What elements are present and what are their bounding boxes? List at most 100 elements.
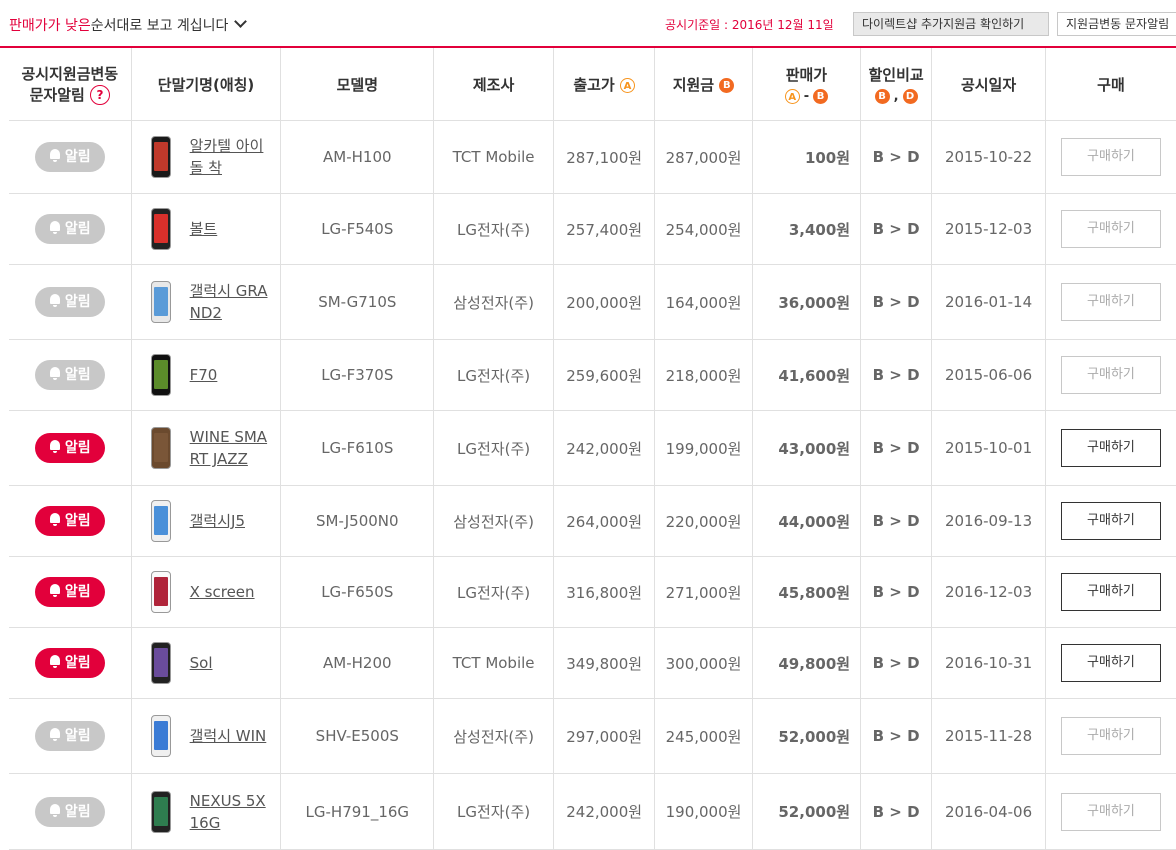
discount-compare-cell: B > D	[860, 339, 933, 411]
buy-button[interactable]: 구매하기	[1060, 644, 1161, 682]
sms-alarm-button[interactable]: 알림	[34, 577, 105, 607]
buy-button[interactable]: 구매하기	[1060, 502, 1161, 540]
pub-date-cell: 2015-12-03	[931, 193, 1046, 265]
device-name-link[interactable]: NEXUS 5X 16G	[190, 790, 268, 834]
device-name-link[interactable]: 볼트	[190, 218, 268, 240]
device-name-link[interactable]: 알카텔 아이돌 착	[190, 135, 268, 179]
table-row: 알림 갤럭시 WIN SHV-E500S 삼성전자(주) 297,000원 245,000…	[9, 698, 1176, 774]
sms-alarm-button[interactable]: 알림	[34, 142, 105, 172]
phone-thumbnail[interactable]	[150, 790, 171, 833]
sms-alarm-button[interactable]: 알림	[34, 360, 105, 390]
support-cell: 220,000원	[654, 485, 753, 557]
discount-compare-cell: B > D	[860, 193, 933, 265]
maker-cell: LG전자(주)	[433, 339, 554, 411]
sms-alarm-button[interactable]: 알림	[34, 287, 105, 317]
support-cell: 190,000원	[654, 773, 753, 850]
sms-alert-button[interactable]: 지원금변동 문자알림	[1057, 12, 1176, 36]
buy-cell: 구매하기	[1045, 485, 1176, 557]
model-cell: AM-H100	[280, 120, 435, 194]
model-cell: LG-F650S	[280, 556, 435, 628]
pub-date-cell: 2016-09-13	[931, 485, 1046, 557]
sale-price-cell: 3,400원	[752, 193, 862, 265]
buy-cell: 구매하기	[1045, 339, 1176, 411]
header-buy: 구매	[1045, 48, 1176, 121]
pub-date-cell: 2015-11-28	[931, 698, 1046, 774]
device-cell: 갤럭시 GRAND2	[131, 264, 282, 340]
phone-thumbnail[interactable]	[150, 354, 171, 396]
support-cell: 199,000원	[654, 410, 753, 486]
sms-alarm-button[interactable]: 알림	[34, 721, 105, 751]
factory-price-cell: 259,600원	[553, 339, 656, 411]
header-maker: 제조사	[433, 48, 554, 121]
buy-cell: 구매하기	[1045, 556, 1176, 628]
phone-thumbnail[interactable]	[150, 715, 171, 757]
chevron-down-icon	[234, 15, 248, 28]
pub-date-cell: 2016-01-14	[931, 264, 1046, 340]
bell-icon	[49, 655, 61, 668]
buy-button[interactable]: 구매하기	[1060, 717, 1161, 755]
header-alarm: 공시지원금변동 문자알림 ?	[9, 48, 132, 121]
device-name-link[interactable]: WINE SMART JAZZ	[190, 426, 268, 470]
top-bar: 판매가가 낮은순서대로 보고 계십니다 공시기준일 : 2016년 12월 11…	[0, 0, 1176, 46]
sort-order-dropdown[interactable]: 판매가가 낮은순서대로 보고 계십니다	[9, 15, 248, 35]
device-name-link[interactable]: F70	[190, 364, 268, 386]
buy-button[interactable]: 구매하기	[1060, 138, 1161, 176]
phone-thumbnail[interactable]	[150, 642, 171, 684]
sms-alarm-button[interactable]: 알림	[34, 506, 105, 536]
sale-price-cell: 49,800원	[752, 627, 862, 699]
header-discount: 할인비교 B,D	[860, 48, 933, 121]
alarm-cell: 알림	[9, 698, 132, 774]
pub-date-cell: 2015-10-22	[931, 120, 1046, 194]
buy-button[interactable]: 구매하기	[1060, 210, 1161, 248]
sms-alarm-button[interactable]: 알림	[34, 648, 105, 678]
buy-button[interactable]: 구매하기	[1060, 283, 1161, 321]
discount-compare-cell: B > D	[860, 556, 933, 628]
sale-price-cell: 52,000원	[752, 698, 862, 774]
bell-icon	[49, 149, 61, 162]
discount-compare-cell: B > D	[860, 410, 933, 486]
sale-price-cell: 52,000원	[752, 773, 862, 850]
buy-cell: 구매하기	[1045, 264, 1176, 340]
maker-cell: TCT Mobile	[433, 627, 554, 699]
device-name-link[interactable]: Sol	[190, 652, 268, 674]
alarm-label: 알림	[64, 440, 91, 456]
device-name-link[interactable]: 갤럭시 WIN	[190, 725, 268, 747]
support-cell: 245,000원	[654, 698, 753, 774]
table-row: 알림 갤럭시J5 SM-J500N0 삼성전자(주) 264,000원 220,000원 4…	[9, 485, 1176, 557]
device-name-link[interactable]: 갤럭시 GRAND2	[190, 280, 268, 324]
device-name-link[interactable]: X screen	[190, 581, 268, 603]
phone-thumbnail[interactable]	[150, 571, 171, 613]
buy-button[interactable]: 구매하기	[1060, 356, 1161, 394]
header-discount-label: 할인비교	[868, 66, 924, 84]
maker-cell: LG전자(주)	[433, 410, 554, 486]
sort-highlight: 판매가가 낮은	[9, 18, 91, 34]
phone-thumbnail[interactable]	[150, 136, 171, 178]
sms-alarm-button[interactable]: 알림	[34, 214, 105, 244]
bell-icon	[49, 294, 61, 307]
discount-compare-cell: B > D	[860, 698, 933, 774]
support-cell: 287,000원	[654, 120, 753, 194]
phone-thumbnail[interactable]	[150, 427, 171, 469]
sms-alarm-button[interactable]: 알림	[34, 433, 105, 463]
phone-thumbnail[interactable]	[150, 500, 171, 542]
device-name-link[interactable]: 갤럭시J5	[190, 510, 268, 532]
factory-price-cell: 257,400원	[553, 193, 656, 265]
circle-d-icon: D	[902, 89, 918, 104]
table-row: 알림 볼트 LG-F540S LG전자(주) 257,400원 254,000원 3,400…	[9, 193, 1176, 265]
factory-price-cell: 297,000원	[553, 698, 656, 774]
bell-icon	[49, 221, 61, 234]
buy-button[interactable]: 구매하기	[1060, 573, 1161, 611]
question-circle-icon[interactable]: ?	[90, 85, 111, 106]
support-cell: 254,000원	[654, 193, 753, 265]
table-row: 알림 X screen LG-F650S LG전자(주) 316,800원 271,000…	[9, 556, 1176, 628]
phone-thumbnail[interactable]	[150, 208, 171, 250]
header-support-label: 지원금	[672, 75, 715, 94]
phone-thumbnail[interactable]	[150, 281, 171, 323]
factory-price-cell: 200,000원	[553, 264, 656, 340]
sms-alarm-button[interactable]: 알림	[34, 796, 105, 827]
buy-button[interactable]: 구매하기	[1060, 792, 1161, 831]
buy-button[interactable]: 구매하기	[1060, 429, 1161, 467]
direct-shop-support-button[interactable]: 다이렉트샵 추가지원금 확인하기	[853, 12, 1049, 36]
device-cell: NEXUS 5X 16G	[131, 773, 282, 850]
alarm-label: 알림	[64, 294, 91, 310]
